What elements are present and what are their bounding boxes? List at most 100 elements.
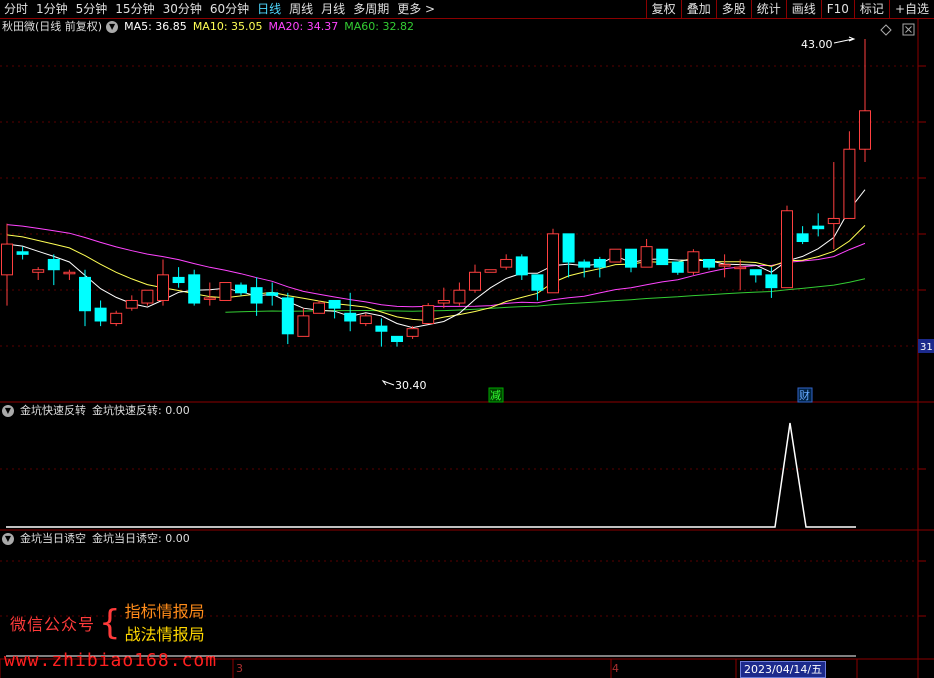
chevron-right-icon: > (425, 2, 436, 16)
candle-body (344, 312, 357, 322)
tab-weekly[interactable]: 周线 (285, 0, 317, 18)
candle-body (422, 305, 435, 325)
candle-body (640, 246, 653, 268)
candle-body (718, 264, 731, 267)
promo-line1: 指标情报局 (124, 602, 205, 621)
tab-more[interactable]: 更多 > (393, 0, 439, 18)
candle-body (734, 266, 747, 270)
candle-body (172, 276, 185, 284)
candle-body (79, 276, 91, 312)
dropdown-icon[interactable]: ▼ (2, 405, 14, 417)
candle-body (453, 289, 466, 304)
ma60-value: MA60: 32.82 (344, 20, 414, 33)
candle-body (359, 315, 372, 325)
low-arrow (381, 380, 395, 386)
candle-body (188, 274, 201, 304)
indicator1-line (6, 422, 856, 528)
candle-body (32, 269, 45, 273)
candle-body (16, 251, 29, 255)
dropdown-icon[interactable]: ▼ (2, 533, 14, 545)
indicator1-value: 金坑快速反转: 0.00 (92, 404, 190, 417)
candle-body (437, 299, 450, 304)
candle-body (609, 248, 622, 263)
candle-body (593, 258, 606, 268)
tab-30min[interactable]: 30分钟 (159, 0, 206, 18)
tab-multi-period[interactable]: 多周期 (349, 0, 393, 18)
candle-body (515, 256, 528, 276)
indicator1-name: 金坑快速反转 (20, 404, 86, 417)
tab-1min[interactable]: 1分钟 (32, 0, 72, 18)
axis-month-4: 4 (612, 662, 619, 675)
close-icon[interactable] (902, 23, 915, 36)
tab-60min[interactable]: 60分钟 (206, 0, 253, 18)
statistics-button[interactable]: 统计 (750, 0, 786, 18)
ma10-value: MA10: 35.05 (192, 20, 263, 33)
promo-block: 微信公众号 { 指标情报局 战法情报局 (10, 600, 205, 646)
draw-line-button[interactable]: 画线 (785, 0, 821, 18)
candle-body (687, 251, 700, 273)
candle-body (781, 210, 793, 289)
candle-body (765, 274, 778, 289)
candle-body (235, 284, 247, 294)
fuquan-button[interactable]: 复权 (645, 0, 681, 18)
candle-body (110, 312, 123, 325)
tab-daily[interactable]: 日线 (253, 0, 285, 18)
main-legend: 秋田微(日线 前复权) ▼ MA5: 36.85 MA10: 35.05 MA2… (0, 19, 420, 35)
candle-body (141, 289, 154, 304)
promo-lines: 指标情报局 战法情报局 (125, 600, 205, 646)
candle-body (281, 297, 294, 335)
tab-monthly[interactable]: 月线 (317, 0, 349, 18)
candle-body (157, 274, 169, 301)
kline-chart[interactable]: 43.00 30.40 减 财 31 (0, 19, 934, 678)
function-buttons: 复权 叠加 多股 统计 画线 F10 标记 +自选 (645, 0, 934, 18)
period-tabs: 分时 1分钟 5分钟 15分钟 30分钟 60分钟 日线 周线 月线 多周期 更… (0, 0, 439, 18)
promo-brand: 微信公众号 (10, 615, 96, 634)
candle-body (827, 217, 840, 225)
watermark: www.zhibiao168.com (4, 650, 218, 671)
candle-body (547, 233, 559, 294)
candle-body (484, 269, 497, 273)
brace-icon: { (99, 603, 121, 643)
high-arrow (833, 36, 856, 44)
tab-5min[interactable]: 5分钟 (72, 0, 112, 18)
multi-stock-button[interactable]: 多股 (715, 0, 751, 18)
event-jian[interactable]: 减 (490, 389, 501, 402)
indicator1-legend: ▼ 金坑快速反转 金坑快速反转: 0.00 (0, 403, 196, 419)
indicator2-name: 金坑当日诱空 (20, 532, 86, 545)
candle-body (562, 233, 575, 263)
cursor-date: 2023/04/14/五 (740, 661, 827, 678)
candle-body (406, 328, 419, 337)
indicator1-path (6, 422, 856, 528)
tab-fenshi[interactable]: 分时 (0, 0, 32, 18)
candle-body (531, 274, 544, 291)
mark-button[interactable]: 标记 (853, 0, 889, 18)
axis-month-3: 3 (236, 662, 243, 675)
dropdown-icon[interactable]: ▼ (106, 21, 119, 33)
candle-body (125, 299, 138, 309)
tab-15min[interactable]: 15分钟 (111, 0, 158, 18)
candle-body (328, 299, 341, 309)
candle-body (250, 287, 263, 304)
stock-title: 秋田微(日线 前复权) (2, 20, 103, 33)
f10-button[interactable]: F10 (820, 0, 854, 18)
candle-body (578, 261, 591, 268)
high-price-label: 43.00 (801, 38, 833, 51)
candle-body (203, 297, 216, 300)
candle-body (391, 335, 403, 342)
add-watchlist-button[interactable]: +自选 (888, 0, 934, 18)
candle-body (843, 148, 856, 219)
event-cai[interactable]: 财 (799, 388, 810, 402)
candle-body (656, 248, 669, 266)
indicator2-legend: ▼ 金坑当日诱空 金坑当日诱空: 0.00 (0, 531, 196, 547)
candle-body (859, 110, 871, 150)
candle-body (47, 258, 60, 271)
overlay-button[interactable]: 叠加 (680, 0, 716, 18)
ma20-value: MA20: 34.37 (268, 20, 339, 33)
promo-line2: 战法情报局 (124, 625, 205, 644)
period-toolbar: 分时 1分钟 5分钟 15分钟 30分钟 60分钟 日线 周线 月线 多周期 更… (0, 0, 934, 19)
ma5-value: MA5: 36.85 (124, 20, 187, 33)
diamond-icon[interactable] (880, 24, 892, 36)
candle-body (297, 315, 310, 337)
candle-body (219, 282, 232, 301)
candle-body (703, 258, 715, 268)
